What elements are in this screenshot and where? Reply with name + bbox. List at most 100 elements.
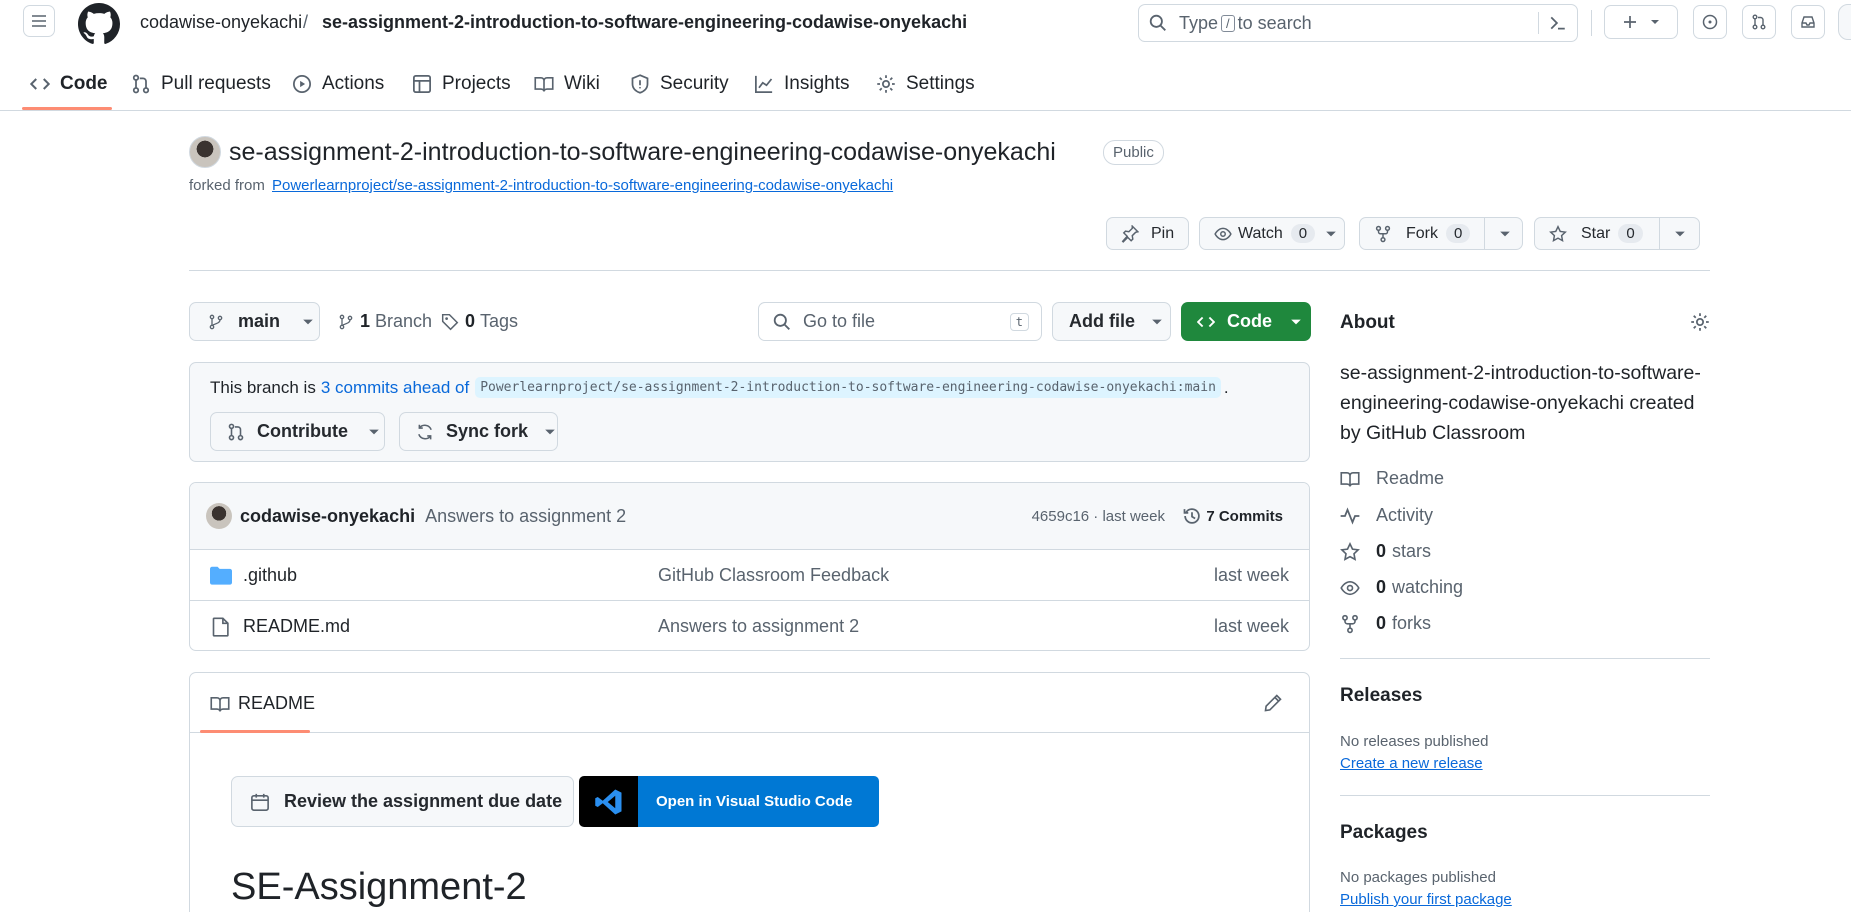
repo-title[interactable]: se-assignment-2-introduction-to-software… (229, 138, 1056, 167)
tab-settings[interactable]: Settings (876, 58, 975, 110)
tab-projects[interactable]: Projects (412, 58, 511, 110)
commit-message[interactable]: Answers to assignment 2 (425, 506, 626, 527)
repo-forked-icon (1375, 225, 1391, 242)
open-vscode-label: Open in Visual Studio Code (656, 793, 853, 810)
command-palette-icon[interactable] (1549, 14, 1567, 32)
sync-fork-button[interactable]: Sync fork (399, 412, 558, 451)
issues-button[interactable] (1693, 5, 1727, 39)
branches-link[interactable]: 1 Branch (338, 311, 432, 332)
about-description: se-assignment-2-introduction-to-software… (1340, 362, 1701, 444)
commits-ahead-link[interactable]: 3 commits ahead of (321, 378, 469, 398)
code-button-label: Code (1227, 311, 1272, 331)
tab-wiki[interactable]: Wiki (534, 58, 600, 110)
code-icon (30, 78, 50, 90)
table-row[interactable]: README.md Answers to assignment 2 last w… (190, 600, 1309, 650)
table-row[interactable]: .github GitHub Classroom Feedback last w… (190, 549, 1309, 600)
header-owner-link[interactable]: codawise-onyekachi (140, 12, 302, 33)
go-to-file-placeholder: Go to file (803, 311, 876, 331)
about-activity-link[interactable]: Activity (1340, 505, 1433, 526)
tag-icon (441, 313, 459, 330)
add-file-button[interactable]: Add file (1052, 302, 1171, 341)
about-title: About (1340, 312, 1395, 333)
branches-label: Branch (375, 311, 433, 331)
tab-insights[interactable]: Insights (754, 58, 849, 110)
code-button[interactable]: Code (1181, 302, 1311, 341)
gear-icon[interactable] (1690, 312, 1710, 332)
issue-icon (1702, 14, 1718, 30)
git-pull-request-icon (1752, 14, 1766, 30)
tab-security[interactable]: Security (630, 58, 729, 110)
hamburger-icon (32, 15, 46, 27)
vscode-icon (594, 789, 621, 814)
watch-button[interactable]: Watch 0 (1199, 217, 1345, 250)
releases-title[interactable]: Releases (1340, 685, 1422, 707)
publish-package-link[interactable]: Publish your first package (1340, 891, 1512, 908)
inbox-icon (1801, 16, 1815, 28)
tab-code[interactable]: Code (30, 58, 108, 110)
pencil-icon[interactable] (1263, 693, 1283, 713)
review-due-date-button[interactable]: Review the assignment due date (231, 776, 574, 827)
file-commit-message[interactable]: GitHub Classroom Feedback (658, 565, 889, 586)
tab-label: Pull requests (161, 73, 271, 94)
contribute-button[interactable]: Contribute (210, 412, 385, 451)
commits-history-link[interactable]: 7 Commits (1182, 506, 1283, 526)
about-readme-link[interactable]: Readme (1340, 468, 1444, 489)
about-watching-link[interactable]: 0 watching (1340, 577, 1463, 598)
gear-icon (877, 75, 895, 93)
header-repo-link[interactable]: se-assignment-2-introduction-to-software… (322, 12, 967, 33)
git-pull-request-icon (132, 74, 150, 94)
sync-fork-label: Sync fork (446, 421, 529, 441)
about-watching-label: watching (1392, 577, 1464, 597)
file-commit-time: last week (1213, 616, 1289, 636)
pin-label: Pin (1151, 224, 1175, 242)
file-browser: codawise-onyekachi Answers to assignment… (189, 482, 1310, 651)
caret-down-icon (1326, 231, 1336, 236)
file-name[interactable]: .github (243, 565, 297, 586)
releases-empty-text: No releases published (1340, 733, 1489, 750)
eye-icon (1340, 580, 1360, 595)
search-input[interactable]: Type / to search (1138, 4, 1578, 42)
watch-label: Watch (1238, 224, 1283, 242)
search-icon (1149, 14, 1166, 31)
go-to-file-input[interactable]: Go to file t (758, 302, 1042, 341)
user-avatar[interactable] (1838, 4, 1851, 40)
file-commit-message[interactable]: Answers to assignment 2 (658, 616, 859, 637)
tab-actions[interactable]: Actions (292, 58, 384, 110)
create-release-link[interactable]: Create a new release (1340, 755, 1483, 772)
open-vscode-button[interactable]: Open in Visual Studio Code (579, 776, 879, 827)
tab-label: Wiki (564, 73, 600, 94)
pin-button[interactable]: Pin (1106, 217, 1189, 250)
tags-link[interactable]: 0 Tags (441, 311, 518, 332)
branch-select-button[interactable]: main (189, 302, 320, 341)
caret-down-icon[interactable] (1499, 228, 1511, 240)
readme-tab[interactable]: README (210, 693, 315, 714)
caret-down-icon[interactable] (1674, 228, 1686, 240)
commit-author[interactable]: codawise-onyekachi (240, 506, 415, 527)
shield-icon (631, 74, 649, 94)
about-forks-link[interactable]: 0 forks (1340, 613, 1431, 634)
github-logo-icon[interactable] (78, 3, 120, 45)
file-name[interactable]: README.md (243, 616, 350, 637)
global-header: codawise-onyekachi / se-assignment-2-int… (0, 0, 1851, 58)
commit-author-avatar[interactable] (206, 503, 232, 529)
folder-icon (210, 566, 232, 585)
hamburger-menu-button[interactable] (23, 5, 55, 37)
upstream-ref[interactable]: Powerlearnproject/se-assignment-2-introd… (475, 377, 1221, 398)
repo-owner-avatar[interactable] (189, 136, 221, 168)
packages-title[interactable]: Packages (1340, 822, 1428, 844)
commit-sha-time[interactable]: 4659c16 · last week (1032, 508, 1165, 525)
tab-pull-requests[interactable]: Pull requests (131, 58, 271, 110)
star-button[interactable]: Star 0 (1534, 217, 1700, 250)
readme-tab-label: README (238, 693, 316, 713)
fork-button[interactable]: Fork 0 (1359, 217, 1523, 250)
inbox-button[interactable] (1791, 5, 1825, 39)
git-branch-icon (209, 314, 223, 329)
pull-requests-button[interactable] (1742, 5, 1776, 39)
forked-from-link[interactable]: Powerlearnproject/se-assignment-2-introd… (272, 177, 893, 194)
plus-icon (1624, 16, 1636, 28)
create-new-button[interactable] (1604, 5, 1678, 39)
watch-count: 0 (1290, 224, 1316, 243)
play-icon (293, 75, 311, 93)
search-placeholder-pre: Type (1179, 12, 1219, 33)
about-stars-link[interactable]: 0 stars (1340, 541, 1431, 562)
